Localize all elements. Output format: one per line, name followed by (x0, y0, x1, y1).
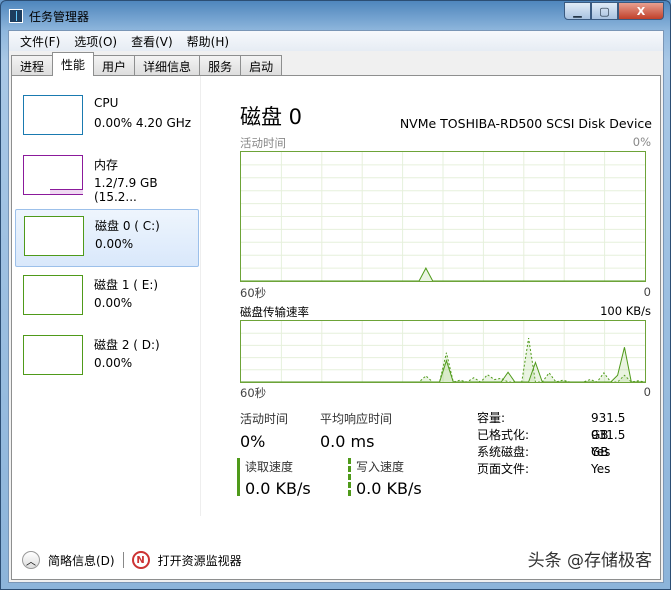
performance-panel: CPU 0.00% 4.20 GHz 内存 1.2/7.9 GB (15.2..… (11, 75, 661, 580)
write-label: 写入速度 (356, 460, 405, 474)
sidebar-item-value: 0.00% 4.20 GHz (94, 116, 192, 130)
tab-services[interactable]: 服务 (199, 55, 242, 76)
resource-sidebar: CPU 0.00% 4.20 GHz 内存 1.2/7.9 GB (15.2..… (12, 76, 201, 516)
divider (122, 552, 124, 568)
response-label: 平均响应时间 (320, 412, 393, 426)
activity-graph (240, 151, 646, 282)
menu-options[interactable]: 选项(O) (67, 33, 124, 50)
watermark: 头条 @存储极客 (527, 551, 652, 571)
prop-key: 已格式化: (477, 428, 530, 442)
response-value: 0.0 ms (320, 432, 375, 451)
resource-monitor-icon[interactable]: N (131, 551, 150, 569)
write-speed: 写入速度 0.0 KB/s (348, 458, 422, 498)
activity-label: 活动时间 (240, 136, 286, 150)
tab-processes[interactable]: 进程 (11, 55, 54, 76)
sidebar-item-value: 1.2/7.9 GB (15.2... (94, 176, 158, 204)
sidebar-item[interactable]: 磁盘 1 ( E:) 0.00% (15, 269, 199, 327)
open-resource-monitor-link[interactable]: 打开资源监视器 (158, 552, 242, 569)
minimize-button[interactable]: ▁ (564, 2, 591, 20)
maximize-button[interactable]: ▢ (591, 2, 618, 20)
prop-key: 页面文件: (477, 462, 530, 476)
title-bar: 任务管理器 (9, 6, 89, 26)
tab-performance[interactable]: 性能 (52, 52, 95, 76)
prop-value: Yes (591, 445, 611, 459)
sidebar-item[interactable]: 磁盘 0 ( C:) 0.00% (15, 209, 199, 267)
sidebar-item-value: 0.00% (95, 237, 134, 251)
transfer-time-right: 0 (643, 385, 651, 399)
menu-file[interactable]: 文件(F) (13, 33, 67, 50)
thumbnail-graph (23, 95, 83, 135)
window-title: 任务管理器 (29, 9, 90, 24)
sidebar-item-value: 0.00% (94, 296, 133, 310)
sidebar-item-name: CPU (94, 96, 119, 110)
tab-users[interactable]: 用户 (93, 55, 136, 76)
sidebar-item-name: 磁盘 2 ( D:) (94, 338, 160, 352)
prop-key: 系统磁盘: (477, 445, 530, 459)
device-name: NVMe TOSHIBA-RD500 SCSI Disk Device (399, 116, 652, 131)
read-speed: 读取速度 0.0 KB/s (237, 458, 311, 498)
thumbnail-graph (23, 335, 83, 375)
read-label: 读取速度 (245, 460, 294, 474)
sidebar-item[interactable]: CPU 0.00% 4.20 GHz (15, 89, 199, 147)
menu-view[interactable]: 查看(V) (124, 33, 180, 50)
footer: ︿ 简略信息(D) N 打开资源监视器 (22, 551, 242, 569)
sidebar-item-name: 磁盘 1 ( E:) (94, 278, 159, 292)
disk-detail: 磁盘 0 NVMe TOSHIBA-RD500 SCSI Disk Device… (237, 76, 657, 516)
sidebar-item-name: 磁盘 0 ( C:) (95, 219, 160, 233)
menu-bar: 文件(F) 选项(O) 查看(V) 帮助(H) (9, 31, 663, 51)
task-manager-window: 任务管理器 ▁ ▢ X 文件(F) 选项(O) 查看(V) 帮助(H) 进程 性… (0, 0, 671, 590)
task-manager-icon (9, 9, 23, 23)
disk-title: 磁盘 0 (240, 105, 303, 129)
activity-max: 0% (632, 135, 651, 149)
activity-time-left: 60秒 (240, 286, 267, 300)
sidebar-item-value: 0.00% (94, 356, 133, 370)
close-button[interactable]: X (618, 2, 664, 20)
thumbnail-graph (24, 216, 84, 256)
thumbnail-graph (23, 155, 83, 195)
transfer-max: 100 KB/s (600, 304, 651, 318)
transfer-graph (240, 320, 646, 383)
active-time-label: 活动时间 (240, 412, 289, 426)
fewer-details-link[interactable]: 简略信息(D) (48, 552, 115, 569)
transfer-time-left: 60秒 (240, 386, 267, 400)
sidebar-item[interactable]: 磁盘 2 ( D:) 0.00% (15, 329, 199, 387)
sidebar-item[interactable]: 内存 1.2/7.9 GB (15.2... (15, 149, 199, 207)
write-value: 0.0 KB/s (356, 479, 422, 498)
read-value: 0.0 KB/s (245, 479, 311, 498)
transfer-label: 磁盘传输速率 (240, 305, 309, 319)
active-time-value: 0% (240, 432, 266, 451)
tab-bar: 进程 性能 用户 详细信息 服务 启动 (11, 52, 283, 76)
chevron-up-icon[interactable]: ︿ (22, 551, 40, 569)
tab-details[interactable]: 详细信息 (134, 55, 201, 76)
sidebar-item-name: 内存 (94, 158, 119, 172)
thumbnail-graph (23, 275, 83, 315)
tab-startup[interactable]: 启动 (240, 55, 283, 76)
client-area: 文件(F) 选项(O) 查看(V) 帮助(H) 进程 性能 用户 详细信息 服务… (8, 30, 664, 583)
prop-value: Yes (591, 462, 611, 476)
activity-time-right: 0 (643, 285, 651, 299)
prop-key: 容量: (477, 411, 506, 425)
menu-help[interactable]: 帮助(H) (180, 33, 236, 50)
